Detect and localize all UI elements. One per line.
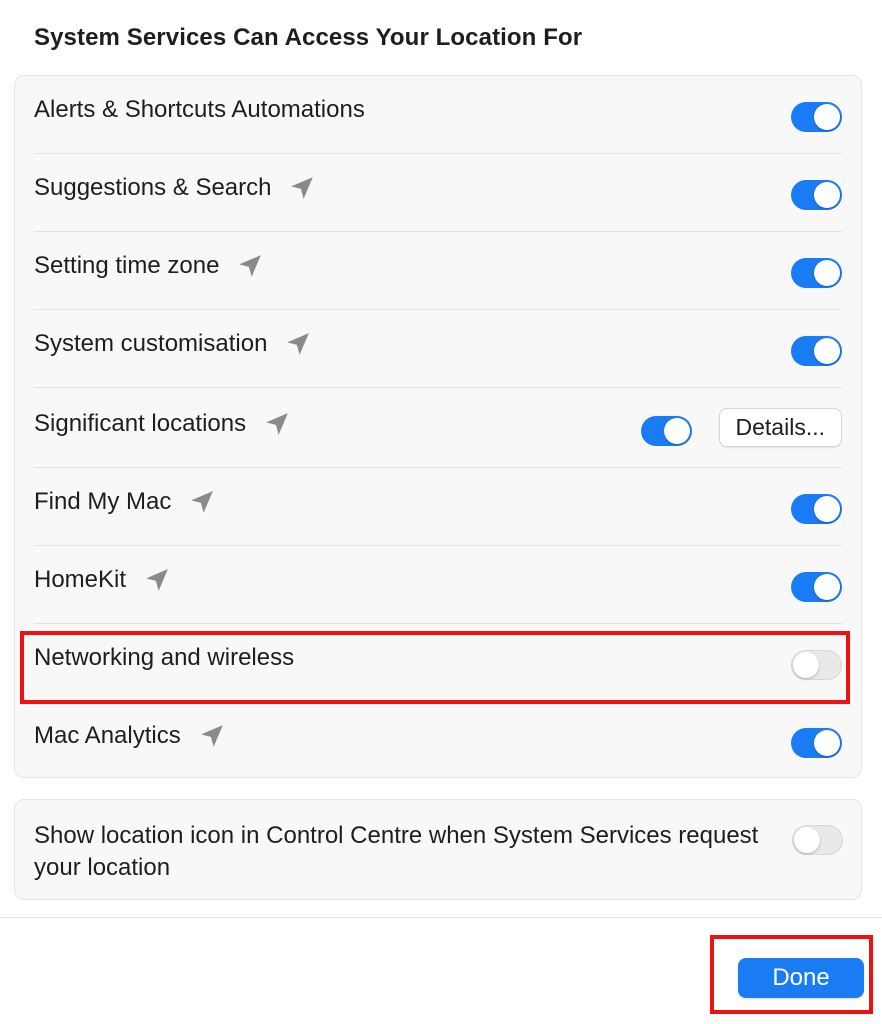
- show-location-icon-toggle[interactable]: [792, 825, 843, 855]
- service-row-homekit: HomeKit: [34, 546, 842, 624]
- location-arrow-icon: [285, 331, 311, 357]
- toggle-knob: [794, 827, 820, 853]
- services-list: Alerts & Shortcuts Automations Suggestio…: [14, 75, 862, 778]
- suggestions-search-toggle[interactable]: [791, 180, 842, 210]
- homekit-toggle[interactable]: [791, 572, 842, 602]
- location-arrow-icon: [237, 253, 263, 279]
- service-label: Suggestions & Search: [34, 174, 272, 201]
- service-row-find-my-mac: Find My Mac: [34, 468, 842, 546]
- networking-wireless-toggle[interactable]: [791, 650, 842, 680]
- alerts-shortcuts-toggle[interactable]: [791, 102, 842, 132]
- toggle-knob: [814, 182, 840, 208]
- service-label: Alerts & Shortcuts Automations: [34, 96, 365, 123]
- service-row-setting-time-zone: Setting time zone: [34, 232, 842, 310]
- toggle-knob: [664, 418, 690, 444]
- service-row-alerts-shortcuts: Alerts & Shortcuts Automations: [34, 76, 842, 154]
- service-row-system-customisation: System customisation: [34, 310, 842, 388]
- service-row-mac-analytics: Mac Analytics: [34, 702, 842, 780]
- show-location-icon-label: Show location icon in Control Centre whe…: [34, 822, 759, 881]
- toggle-knob: [814, 260, 840, 286]
- service-label: Networking and wireless: [34, 644, 295, 671]
- location-arrow-icon: [189, 489, 215, 515]
- location-arrow-icon: [289, 175, 315, 201]
- service-label: HomeKit: [34, 566, 127, 593]
- details-button[interactable]: Details...: [718, 408, 842, 447]
- location-arrow-icon: [199, 723, 225, 749]
- service-label: Find My Mac: [34, 488, 172, 515]
- toggle-knob: [814, 496, 840, 522]
- significant-locations-toggle[interactable]: [641, 416, 692, 446]
- show-location-icon-card: Show location icon in Control Centre whe…: [14, 799, 862, 900]
- location-arrow-icon: [144, 567, 170, 593]
- location-arrow-icon: [264, 411, 290, 437]
- service-row-suggestions-search: Suggestions & Search: [34, 154, 842, 232]
- find-my-mac-toggle[interactable]: [791, 494, 842, 524]
- mac-analytics-toggle[interactable]: [791, 728, 842, 758]
- toggle-knob: [814, 104, 840, 130]
- done-button[interactable]: Done: [738, 958, 864, 998]
- setting-time-zone-toggle[interactable]: [791, 258, 842, 288]
- service-label: System customisation: [34, 330, 268, 357]
- service-label: Significant locations: [34, 410, 247, 437]
- toggle-knob: [814, 574, 840, 600]
- toggle-knob: [814, 338, 840, 364]
- service-row-networking-wireless: Networking and wireless: [34, 624, 842, 702]
- service-label: Setting time zone: [34, 252, 220, 279]
- footer-divider: [0, 917, 882, 918]
- system-customisation-toggle[interactable]: [791, 336, 842, 366]
- service-row-significant-locations: Significant locations Details...: [34, 388, 842, 468]
- section-title: System Services Can Access Your Location…: [34, 24, 583, 51]
- toggle-knob: [814, 730, 840, 756]
- toggle-knob: [793, 652, 819, 678]
- service-label: Mac Analytics: [34, 722, 181, 749]
